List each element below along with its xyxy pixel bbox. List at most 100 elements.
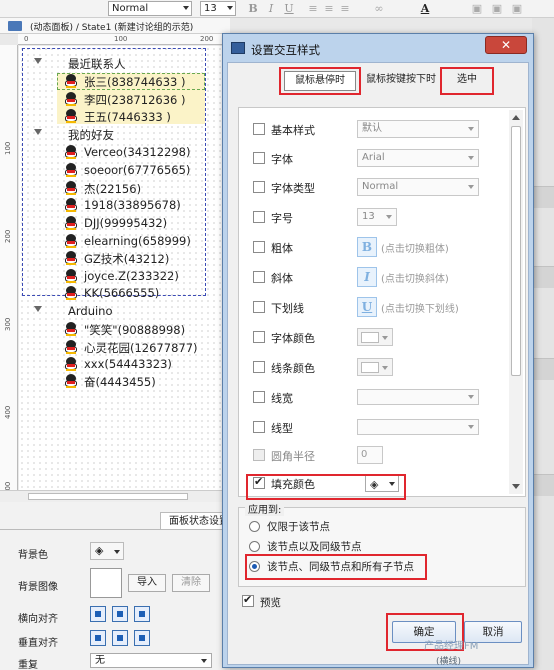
bold-button[interactable]: B — [246, 1, 260, 16]
app-icon — [231, 42, 245, 54]
tree-item[interactable]: joyce.Z(233322) — [0, 267, 230, 285]
base-style-select[interactable]: 默认 — [357, 120, 479, 138]
tree-group-recent[interactable]: 最近联系人 — [0, 54, 230, 72]
align-center-icon[interactable] — [112, 606, 128, 622]
arrange-icon[interactable]: ▣ — [470, 1, 484, 16]
qq-penguin-icon — [65, 216, 77, 230]
line-width-dropdown[interactable] — [357, 389, 479, 405]
font-size-select[interactable]: 13 — [357, 208, 397, 226]
corner-radius-input[interactable]: 0 — [357, 446, 383, 464]
chevron-down-icon — [114, 550, 120, 554]
base-style-checkbox[interactable] — [253, 123, 265, 135]
import-button[interactable]: 导入 — [128, 574, 166, 592]
repeat-select[interactable]: 无 — [90, 653, 212, 668]
font-size-checkbox[interactable] — [253, 211, 265, 223]
tree-item[interactable]: elearning(658999) — [0, 232, 230, 250]
format-toolbar: Normal 13 B I U ≡ ≡ ≡ ∞ A ▣ ▣ ▣ — [0, 0, 554, 18]
font-checkbox[interactable] — [253, 152, 265, 164]
font-color-icon — [361, 332, 379, 343]
font-type-select[interactable]: Normal — [357, 178, 479, 196]
font-color-checkbox[interactable] — [253, 331, 265, 343]
chevron-down-icon — [227, 6, 233, 10]
highlight-box — [440, 67, 494, 95]
scroll-down-icon[interactable] — [512, 484, 520, 489]
tree-item[interactable]: DJJ(99995432) — [0, 214, 230, 232]
font-type-checkbox[interactable] — [253, 181, 265, 193]
font-size-select[interactable]: 13 — [200, 1, 236, 16]
tree-item[interactable]: KK(5666555) — [0, 284, 230, 302]
bold-toggle-button[interactable]: B — [357, 237, 377, 257]
style-select[interactable]: Normal — [108, 1, 192, 16]
tree-item[interactable]: GZ技术(43212) — [0, 249, 230, 267]
line-style-dropdown[interactable] — [357, 419, 479, 435]
clear-button[interactable]: 清除 — [172, 574, 210, 592]
scrollbar-thumb[interactable] — [511, 126, 521, 376]
italic-toggle-button[interactable]: I — [357, 267, 377, 287]
align-middle-icon[interactable] — [112, 630, 128, 646]
italic-checkbox[interactable] — [253, 271, 265, 283]
line-width-checkbox[interactable] — [253, 391, 265, 403]
scroll-up-icon[interactable] — [512, 115, 520, 120]
underline-toggle-button[interactable]: U — [357, 297, 377, 317]
align-left-icon[interactable]: ≡ — [306, 1, 320, 16]
bold-checkbox[interactable] — [253, 241, 265, 253]
line-color-checkbox[interactable] — [253, 361, 265, 373]
tree-group-arduino[interactable]: Arduino — [0, 302, 230, 320]
tree-item[interactable]: xxx(54443323) — [0, 355, 230, 373]
tree-item[interactable]: Verceo(34312298) — [0, 143, 230, 161]
chevron-down-icon[interactable] — [34, 306, 42, 312]
underline-button[interactable]: U — [282, 1, 296, 16]
tree-item[interactable]: "笑笑"(90888998) — [0, 320, 230, 338]
panel-state-settings: 面板状态设置 背景色 ◈ 背景图像 导入 清除 横向对齐 垂直对齐 重复 无 — [0, 502, 230, 670]
tree-item-label: 王五(7446333 ) — [84, 110, 171, 124]
line-style-checkbox[interactable] — [253, 421, 265, 433]
canvas-horizontal-scrollbar[interactable] — [0, 490, 230, 502]
dialog-titlebar[interactable]: 设置交互样式 ✕ — [223, 34, 533, 62]
screen: Normal 13 B I U ≡ ≡ ≡ ∞ A ▣ ▣ ▣ (动态面板) /… — [0, 0, 554, 670]
watermark: 产品经理FM — [424, 641, 479, 652]
corner-radius-checkbox[interactable] — [253, 449, 265, 461]
align-center-icon[interactable]: ≡ — [322, 1, 336, 16]
tree-item[interactable]: 李四(238712636 ) — [0, 90, 230, 108]
prop-row-font-size: 字号 13 — [239, 202, 509, 232]
align-left-icon[interactable] — [90, 606, 106, 622]
chevron-down-icon[interactable] — [34, 58, 42, 64]
tree-item[interactable]: 张三(838744633 ) — [0, 72, 230, 90]
font-size-value: 13 — [204, 3, 217, 14]
tab-mouse-down[interactable]: 鼠标按键按下时 — [360, 71, 442, 91]
align-top-icon[interactable] — [90, 630, 106, 646]
tree-item[interactable]: 杰(22156) — [0, 179, 230, 197]
bg-image-preview[interactable] — [90, 568, 122, 598]
chevron-down-icon[interactable] — [34, 129, 42, 135]
group-icon[interactable]: ▣ — [490, 1, 504, 16]
link-icon[interactable]: ∞ — [372, 1, 386, 16]
font-select[interactable]: Arial — [357, 149, 479, 167]
tree-item[interactable]: soeoor(67776565) — [0, 161, 230, 179]
tree-group-friends[interactable]: 我的好友 — [0, 125, 230, 143]
right-panel-background — [532, 18, 554, 670]
align-bottom-icon[interactable] — [134, 630, 150, 646]
font-color-button[interactable]: A — [418, 1, 432, 16]
tree-item[interactable]: 奋(4443455) — [0, 372, 230, 390]
line-color-dropdown[interactable] — [357, 358, 393, 376]
italic-button[interactable]: I — [264, 1, 278, 16]
scrollbar-thumb[interactable] — [28, 493, 188, 500]
tree-group-label: Arduino — [68, 304, 113, 318]
bg-color-dropdown[interactable]: ◈ — [90, 542, 124, 560]
align-right-icon[interactable] — [134, 606, 150, 622]
tree-item[interactable]: 1918(33895678) — [0, 196, 230, 214]
radio-button[interactable] — [249, 521, 260, 532]
interaction-style-dialog: 设置交互样式 ✕ 鼠标悬停时 鼠标按键按下时 选中 基本样式 默认 字体 Ari — [222, 33, 534, 668]
tree-item[interactable]: 心灵花园(12677877) — [0, 338, 230, 356]
close-button[interactable]: ✕ — [485, 36, 527, 54]
tree-item[interactable]: 王五(7446333 ) — [0, 107, 230, 125]
preview-checkbox[interactable] — [242, 593, 254, 607]
watermark-sub: (横线) — [436, 657, 462, 667]
font-color-dropdown[interactable] — [357, 328, 393, 346]
radio-button[interactable] — [249, 541, 260, 552]
tab-panel-state[interactable]: 面板状态设置 — [160, 512, 230, 530]
underline-checkbox[interactable] — [253, 301, 265, 313]
align-right-icon[interactable]: ≡ — [338, 1, 352, 16]
distribute-icon[interactable]: ▣ — [510, 1, 524, 16]
properties-vertical-scrollbar[interactable] — [509, 110, 523, 494]
